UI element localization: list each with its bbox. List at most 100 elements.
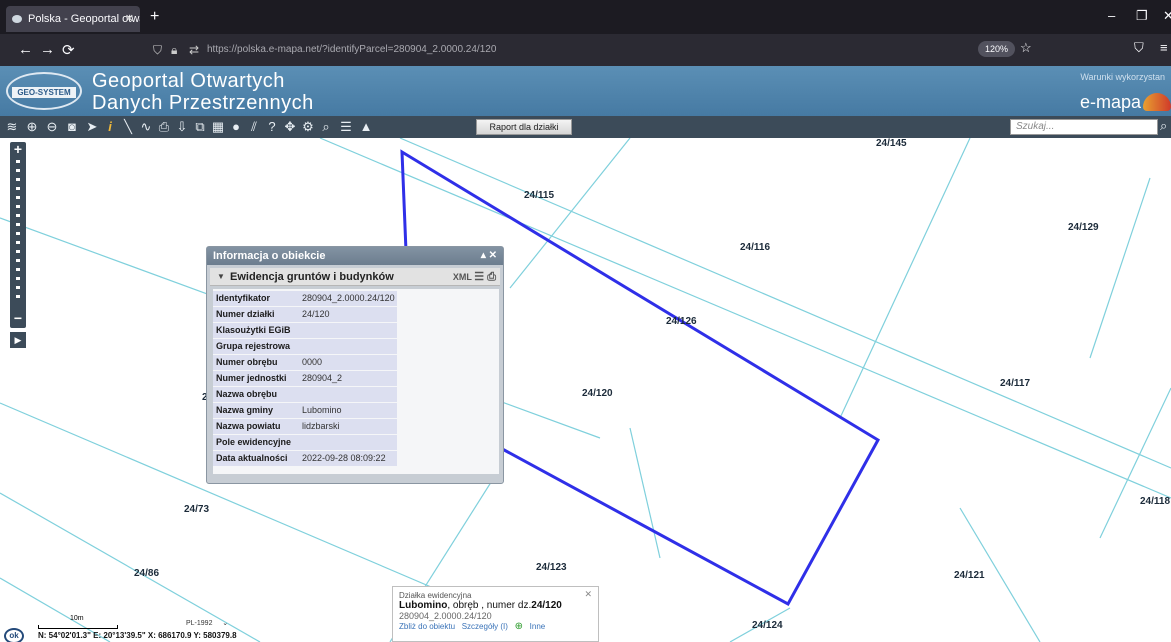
list-icon[interactable]: ☰ <box>338 118 354 136</box>
measure-line-icon[interactable]: ╲ <box>120 118 136 136</box>
attribute-key: Pole ewidencyjne <box>213 435 297 450</box>
attribute-value <box>297 339 397 354</box>
section-title: Ewidencja gruntów i budynków <box>230 271 394 283</box>
settings-icon[interactable]: ⚙ <box>300 118 316 136</box>
xml-export-button[interactable]: XML <box>453 272 472 282</box>
parcel-label[interactable]: 24/115 <box>524 190 554 201</box>
scale-label: 10m <box>70 615 84 622</box>
permissions-icon[interactable]: ⇄ <box>189 38 199 62</box>
export-icon[interactable]: ⧉ <box>192 118 208 136</box>
attribute-key: Numer obrębu <box>213 355 297 370</box>
hatch-icon[interactable]: ⫽ <box>246 118 262 136</box>
table-row: Klasoużytki EGiB <box>213 323 499 338</box>
back-icon[interactable]: ← <box>18 41 33 58</box>
zoom-to-object-link[interactable]: Zbliż do obiektu <box>399 622 455 631</box>
details-link[interactable]: Szczegóły (I) <box>462 622 508 631</box>
zoom-out-icon[interactable]: ⊖ <box>44 118 60 136</box>
add-icon[interactable]: ⊕ <box>515 621 523 632</box>
other-link[interactable]: Inne <box>530 622 546 631</box>
geo-system-logo[interactable]: GEO-SYSTEM <box>6 72 82 110</box>
popup-summary: Lubomino, obręb , numer dz.24/120 <box>399 600 592 611</box>
table-icon[interactable]: ▦ <box>210 118 226 136</box>
crs-value: PL-1992 <box>186 620 213 627</box>
parcel-label[interactable]: 24/117 <box>1000 378 1030 389</box>
collapse-arrow-icon[interactable]: ▼ <box>217 268 225 286</box>
help-icon[interactable]: ? <box>264 118 280 136</box>
measure-area-icon[interactable]: ∿ <box>138 118 154 136</box>
bookmark-star-icon[interactable]: ☆ <box>1020 40 1032 56</box>
table-row: Nazwa gminy Lubomino <box>213 403 499 418</box>
zoom-levels[interactable] <box>16 160 20 300</box>
ok-button[interactable]: ok <box>4 628 24 642</box>
zoom-in-icon[interactable]: ⊕ <box>24 118 40 136</box>
parcel-label[interactable]: 24/118 <box>1140 496 1170 507</box>
parcel-label[interactable]: 24/124 <box>752 620 783 631</box>
new-tab-icon[interactable]: + <box>150 8 159 26</box>
popup-close-icon[interactable]: ✕ <box>584 589 592 600</box>
parcel-label[interactable]: 24/120 <box>582 388 613 399</box>
parcel-label[interactable]: 24/121 <box>954 570 985 581</box>
download-icon[interactable]: ⇩ <box>174 118 190 136</box>
parcel-label[interactable]: 24/129 <box>1068 222 1099 233</box>
attribute-key: Nazwa obrębu <box>213 387 297 402</box>
zoom-extent-icon[interactable]: ◙ <box>64 118 80 136</box>
zoom-out-button[interactable]: − <box>10 311 26 326</box>
info-window-controls[interactable]: ▴ ✕ <box>481 247 497 265</box>
attribute-key: Numer działki <box>213 307 297 322</box>
expand-panel-icon[interactable]: ▶ <box>10 332 26 348</box>
pocket-icon[interactable]: ⛉ <box>1134 40 1144 56</box>
search-input[interactable]: Szukaj... <box>1010 119 1158 135</box>
print-section-icon[interactable]: ⎙ <box>487 271 496 283</box>
minimize-icon[interactable]: – <box>1108 8 1115 23</box>
zoom-in-button[interactable]: + <box>10 142 26 156</box>
popup-heading: Działka ewidencyjna <box>399 591 472 600</box>
table-row: Data aktualności 2022-09-28 08:09:22 <box>213 451 499 466</box>
layers-icon[interactable]: ≋ <box>4 118 20 136</box>
map-canvas[interactable]: 24/115 24/145 24/129 24/116 24/126 24/12… <box>0 138 1171 642</box>
attribute-key: Klasoużytki EGiB <box>213 323 297 338</box>
info-window-title[interactable]: Informacja o obiekcie ▴ ✕ <box>207 247 503 265</box>
forward-icon[interactable]: → <box>40 41 55 58</box>
parcel-label[interactable]: 24/126 <box>666 316 697 327</box>
parcel-report-button[interactable]: Raport dla działki <box>476 119 572 135</box>
search-icon[interactable]: ⌕ <box>1160 118 1167 134</box>
restore-icon[interactable]: ❐ <box>1136 8 1148 24</box>
close-tab-icon[interactable]: ✕ <box>125 6 134 32</box>
pointer-icon[interactable]: ➤ <box>84 118 100 136</box>
list-view-icon[interactable]: ☰ <box>474 271 487 283</box>
crs-select[interactable]: PL-1992 ⌄ <box>186 619 228 627</box>
url-text: https://polska.e-mapa.net/?identifyParce… <box>207 44 497 55</box>
close-window-icon[interactable]: ✕ <box>1163 8 1171 24</box>
table-row: Nazwa obrębu <box>213 387 499 402</box>
zoom-level[interactable]: 120% <box>978 41 1016 57</box>
street-view-icon[interactable]: ▲ <box>358 118 374 136</box>
geoportal-header: GEO-SYSTEM Geoportal Otwartych Danych Pr… <box>0 66 1171 116</box>
navigate-icon[interactable]: ✥ <box>282 118 298 136</box>
attribute-key: Data aktualności <box>213 451 297 466</box>
print-icon[interactable]: ⎙ <box>156 118 172 136</box>
attribute-key: Grupa rejestrowa <box>213 339 297 354</box>
parcel-popup: ✕ Działka ewidencyjna Lubomino, obręb , … <box>392 586 599 642</box>
identify-icon[interactable]: i <box>102 118 118 136</box>
popup-identifier: 280904_2.0000.24/120 <box>399 611 492 621</box>
terms-link[interactable]: Warunki wykorzystan <box>1080 72 1165 82</box>
parcel-label[interactable]: 24/86 <box>134 568 159 579</box>
egib-section-header[interactable]: ▼ Ewidencja gruntów i budynków XML ☰ ⎙ <box>210 268 500 286</box>
search-object-icon[interactable]: ⌕ <box>318 118 334 136</box>
lock-icon: 🔒︎ <box>171 43 178 57</box>
parcel-label[interactable]: 24/123 <box>536 562 567 573</box>
parcel-label[interactable]: 24/116 <box>740 242 770 253</box>
browser-tab-bar: Polska - Geoportal otwartych d ✕ + – ❐ ✕ <box>0 0 1171 34</box>
reload-icon[interactable]: ⟳ <box>62 41 75 59</box>
comment-icon[interactable]: ● <box>228 118 244 136</box>
zoom-slider[interactable]: + − <box>10 142 26 328</box>
browser-tab[interactable]: Polska - Geoportal otwartych d ✕ <box>6 6 140 32</box>
emapa-brand[interactable]: e-mapa <box>1080 92 1141 113</box>
parcel-label[interactable]: 24/145 <box>876 138 907 149</box>
attribute-value <box>297 387 397 402</box>
parcel-label[interactable]: 24/73 <box>184 504 209 515</box>
attribute-key: Nazwa powiatu <box>213 419 297 434</box>
address-bar[interactable]: ⛉ 🔒︎ ⇄ https://polska.e-mapa.net/?identi… <box>145 38 1105 62</box>
menu-icon[interactable]: ≡ <box>1160 40 1168 55</box>
logo-text: GEO-SYSTEM <box>12 87 76 98</box>
